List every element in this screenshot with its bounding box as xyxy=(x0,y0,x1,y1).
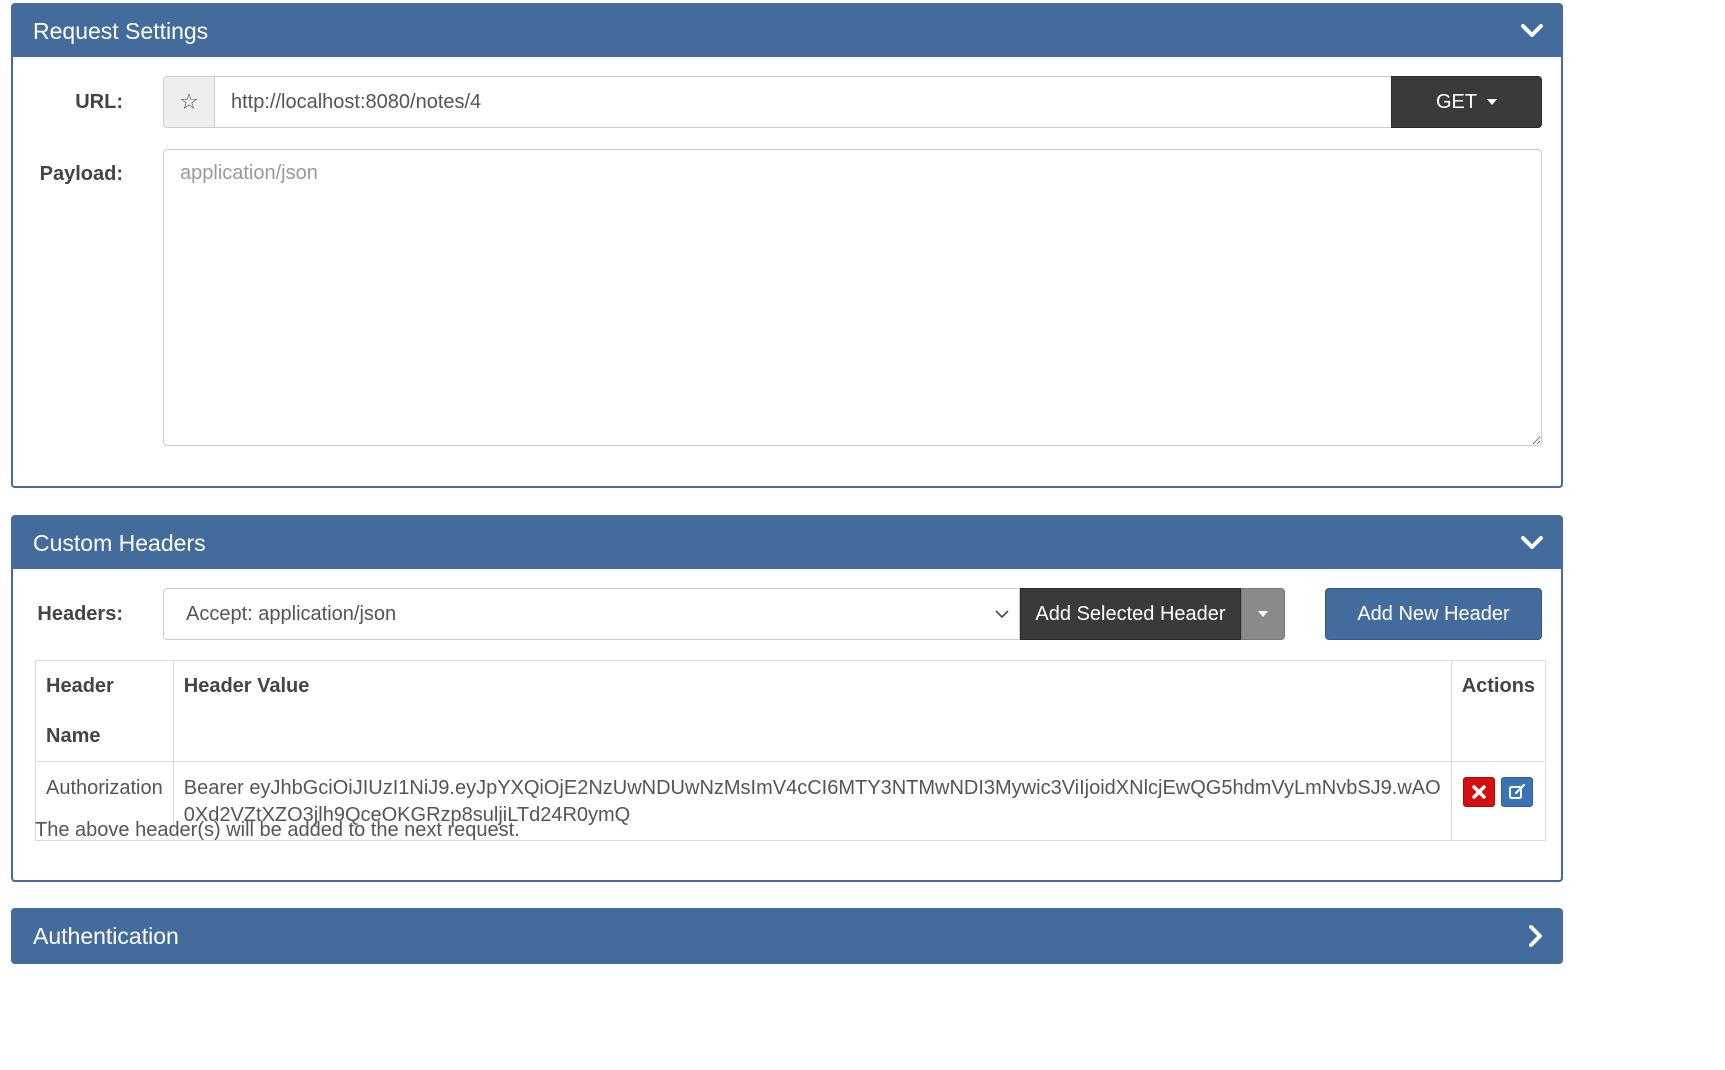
edit-icon xyxy=(1509,783,1526,799)
add-new-header-label: Add New Header xyxy=(1357,602,1510,625)
chevron-down-icon[interactable] xyxy=(1521,517,1543,569)
header-value-line: Bearer eyJhbGciOiJIUzI1NiJ9.eyJpYXQiOjE2… xyxy=(183,777,1441,799)
column-header-value: Header Value xyxy=(172,660,1452,762)
table-header-row: Header Name Header Value Actions xyxy=(35,660,1547,762)
method-label: GET xyxy=(1435,90,1478,113)
headers-note: The above header(s) will be added to the… xyxy=(35,819,520,841)
chevron-right-icon[interactable] xyxy=(1529,910,1543,962)
close-icon xyxy=(1472,785,1487,799)
chevron-down-icon[interactable] xyxy=(1521,5,1543,57)
chevron-down-icon xyxy=(995,589,1009,639)
delete-header-button[interactable] xyxy=(1463,777,1496,807)
custom-headers-heading[interactable]: Custom Headers xyxy=(13,517,1561,569)
authentication-title: Authentication xyxy=(33,923,179,949)
request-settings-heading[interactable]: Request Settings xyxy=(13,5,1561,57)
header-actions-cell xyxy=(1450,761,1547,841)
custom-headers-panel: Custom Headers Headers: Accept: applicat… xyxy=(11,515,1563,882)
add-selected-header-button[interactable]: Add Selected Header xyxy=(1020,588,1241,640)
url-label: URL: xyxy=(75,91,123,113)
url-input-group: ☆ GET xyxy=(163,76,1542,128)
star-outline-icon[interactable]: ☆ xyxy=(163,76,215,128)
header-select-value: Accept: application/json xyxy=(186,603,397,625)
url-input[interactable] xyxy=(215,76,1391,128)
authentication-panel: Authentication xyxy=(11,908,1563,964)
add-selected-header-label: Add Selected Header xyxy=(1035,602,1226,625)
add-new-header-button[interactable]: Add New Header xyxy=(1325,588,1542,640)
payload-label: Payload: xyxy=(39,163,123,185)
headers-table: Header Name Header Value Actions Authori… xyxy=(35,660,1547,841)
authentication-heading[interactable]: Authentication xyxy=(13,910,1561,962)
headers-label: Headers: xyxy=(37,603,123,625)
column-header-actions: Actions xyxy=(1450,660,1547,762)
header-select[interactable]: Accept: application/json xyxy=(163,588,1020,640)
payload-textarea[interactable] xyxy=(163,149,1542,446)
caret-down-icon xyxy=(1487,99,1498,105)
method-dropdown-button[interactable]: GET xyxy=(1391,76,1542,128)
column-header-name: Header Name xyxy=(35,660,174,762)
add-selected-header-dropdown-toggle[interactable] xyxy=(1241,588,1285,640)
caret-down-icon xyxy=(1258,611,1268,617)
request-settings-title: Request Settings xyxy=(33,18,209,44)
request-settings-panel: Request Settings URL: ☆ GET Payload: xyxy=(11,3,1563,488)
custom-headers-title: Custom Headers xyxy=(33,530,206,556)
edit-header-button[interactable] xyxy=(1501,777,1534,807)
